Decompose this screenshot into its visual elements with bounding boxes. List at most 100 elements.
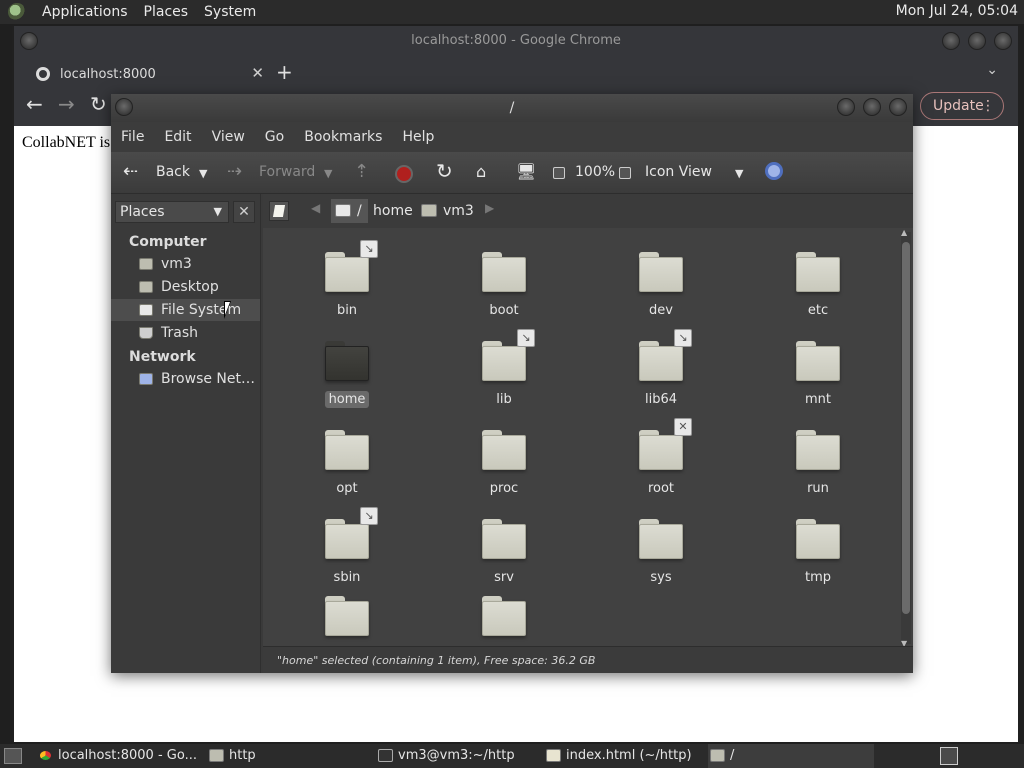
scrollbar-thumb[interactable] bbox=[902, 242, 910, 614]
path-scroll-right-icon[interactable]: ▶ bbox=[485, 201, 494, 215]
reload-icon[interactable]: ↻ bbox=[90, 92, 107, 116]
tab-close-icon[interactable]: ✕ bbox=[251, 64, 264, 82]
back-button[interactable]: Back bbox=[156, 164, 190, 180]
folder-icon bbox=[710, 749, 725, 762]
sidebar-item-vm3[interactable]: vm3 bbox=[111, 253, 260, 275]
show-desktop-icon[interactable] bbox=[4, 748, 22, 764]
folder-item[interactable]: etc bbox=[753, 252, 883, 338]
window-menu-icon[interactable] bbox=[115, 98, 133, 116]
folder-item[interactable]: dev bbox=[596, 252, 726, 338]
scroll-up-icon[interactable]: ▲ bbox=[901, 228, 907, 237]
menu-help[interactable]: Help bbox=[392, 129, 444, 145]
folder-item[interactable]: run bbox=[753, 430, 883, 516]
edit-location-icon[interactable] bbox=[269, 201, 289, 221]
path-scroll-left-icon[interactable]: ◀ bbox=[311, 201, 320, 215]
kebab-menu-icon[interactable]: ⋮ bbox=[981, 93, 995, 119]
forward-arrow-icon[interactable]: → bbox=[58, 92, 75, 116]
menu-view[interactable]: View bbox=[202, 129, 255, 145]
forward-arrow-icon[interactable]: ⇢ bbox=[227, 161, 242, 182]
folder-item[interactable]: opt bbox=[282, 430, 412, 516]
task-terminal[interactable]: vm3@vm3:~/http bbox=[376, 744, 536, 768]
sidebar-item-desktop[interactable]: Desktop bbox=[111, 276, 260, 298]
minimize-icon[interactable] bbox=[942, 32, 960, 50]
task-label: http bbox=[229, 748, 256, 763]
new-tab-icon[interactable]: + bbox=[276, 60, 293, 84]
folder-item[interactable] bbox=[439, 596, 569, 642]
path-crumb-root[interactable]: / bbox=[331, 199, 368, 223]
zoom-out-icon[interactable] bbox=[553, 167, 565, 179]
drive-icon bbox=[335, 204, 351, 217]
applications-menu[interactable]: Applications bbox=[34, 4, 136, 20]
menu-go[interactable]: Go bbox=[255, 129, 294, 145]
folder-item[interactable]: ↘ lib64 bbox=[596, 329, 726, 427]
maximize-icon[interactable] bbox=[863, 98, 881, 116]
folder-icon bbox=[482, 252, 526, 292]
menu-bookmarks[interactable]: Bookmarks bbox=[294, 129, 392, 145]
stop-icon[interactable] bbox=[395, 165, 413, 183]
workspace-switcher-icon[interactable] bbox=[940, 747, 958, 765]
zoom-level[interactable]: 100% bbox=[575, 164, 615, 180]
places-sidebar: Places ▼ ✕ Computer vm3 Desktop File Sys… bbox=[111, 194, 261, 673]
places-menu[interactable]: Places bbox=[136, 4, 197, 20]
window-menu-icon[interactable] bbox=[20, 32, 38, 50]
maximize-icon[interactable] bbox=[968, 32, 986, 50]
sidebar-type-select[interactable]: Places ▼ bbox=[115, 201, 229, 223]
chevron-down-icon[interactable]: ⌄ bbox=[986, 62, 998, 78]
zoom-in-icon[interactable] bbox=[619, 167, 631, 179]
system-menu[interactable]: System bbox=[196, 4, 264, 20]
path-crumb-vm3[interactable]: vm3 bbox=[417, 199, 480, 223]
task-root-folder[interactable]: / bbox=[708, 744, 874, 768]
menu-file[interactable]: File bbox=[111, 129, 154, 145]
computer-icon[interactable]: 🖥 bbox=[516, 162, 536, 181]
search-icon[interactable] bbox=[765, 162, 783, 180]
clock[interactable]: Mon Jul 24, 05:04 bbox=[896, 3, 1018, 19]
chrome-titlebar[interactable]: localhost:8000 - Google Chrome bbox=[14, 26, 1018, 56]
folder-item[interactable]: boot bbox=[439, 252, 569, 338]
chevron-down-icon: ▼ bbox=[213, 205, 222, 218]
task-chrome[interactable]: localhost:8000 - Go... bbox=[36, 744, 204, 768]
reload-icon[interactable]: ↻ bbox=[436, 159, 453, 183]
forward-history-dropdown[interactable]: ▼ bbox=[324, 167, 332, 180]
update-button[interactable]: Update ⋮ bbox=[920, 92, 1004, 120]
view-mode-select[interactable]: Icon View bbox=[645, 164, 712, 180]
menu-edit[interactable]: Edit bbox=[154, 129, 201, 145]
folder-item[interactable]: tmp bbox=[753, 519, 883, 605]
folder-item[interactable]: srv bbox=[439, 519, 569, 605]
back-history-dropdown[interactable]: ▼ bbox=[199, 167, 207, 180]
folder-item[interactable]: mnt bbox=[753, 341, 883, 427]
folder-item[interactable]: ↘ sbin bbox=[282, 507, 412, 605]
folder-item[interactable] bbox=[282, 596, 412, 642]
folder-item[interactable]: home bbox=[282, 341, 412, 427]
symlink-emblem-icon: ↘ bbox=[360, 240, 378, 258]
path-crumb-home[interactable]: home bbox=[365, 199, 419, 223]
back-arrow-icon[interactable]: ← bbox=[26, 92, 43, 116]
back-arrow-icon[interactable]: ⇠ bbox=[123, 161, 138, 182]
view-mode-dropdown-icon[interactable]: ▼ bbox=[735, 167, 743, 180]
up-arrow-icon[interactable]: ⇡ bbox=[354, 161, 369, 182]
folder-name: sbin bbox=[333, 570, 361, 585]
folder-name: etc bbox=[807, 303, 829, 318]
folder-name: lib bbox=[496, 392, 512, 407]
folder-item[interactable]: ✕ root bbox=[596, 418, 726, 516]
distro-logo-icon[interactable] bbox=[8, 3, 26, 21]
sidebar-item-browse-network[interactable]: Browse Net… bbox=[111, 368, 260, 390]
minimize-icon[interactable] bbox=[837, 98, 855, 116]
task-http-folder[interactable]: http bbox=[207, 744, 367, 768]
forward-button[interactable]: Forward bbox=[259, 164, 315, 180]
vertical-scrollbar[interactable]: ▲ ▼ bbox=[901, 228, 911, 648]
chrome-tab[interactable]: localhost:8000 ✕ bbox=[30, 58, 268, 90]
close-sidebar-icon[interactable]: ✕ bbox=[233, 201, 255, 223]
home-icon[interactable]: ⌂ bbox=[476, 162, 486, 181]
symlink-emblem-icon: ↘ bbox=[517, 329, 535, 347]
folder-item[interactable]: ↘ lib bbox=[439, 329, 569, 427]
close-icon[interactable] bbox=[889, 98, 907, 116]
folder-item[interactable]: proc bbox=[439, 430, 569, 516]
file-manager-titlebar[interactable]: / bbox=[111, 94, 913, 122]
folder-item[interactable]: sys bbox=[596, 519, 726, 605]
task-text-editor[interactable]: index.html (~/http) ... bbox=[544, 744, 704, 768]
close-icon[interactable] bbox=[994, 32, 1012, 50]
folder-name: mnt bbox=[805, 392, 831, 407]
sidebar-item-trash[interactable]: Trash bbox=[111, 322, 260, 344]
folder-item[interactable]: ↘ bin bbox=[282, 240, 412, 338]
crumb-label: home bbox=[373, 203, 413, 219]
